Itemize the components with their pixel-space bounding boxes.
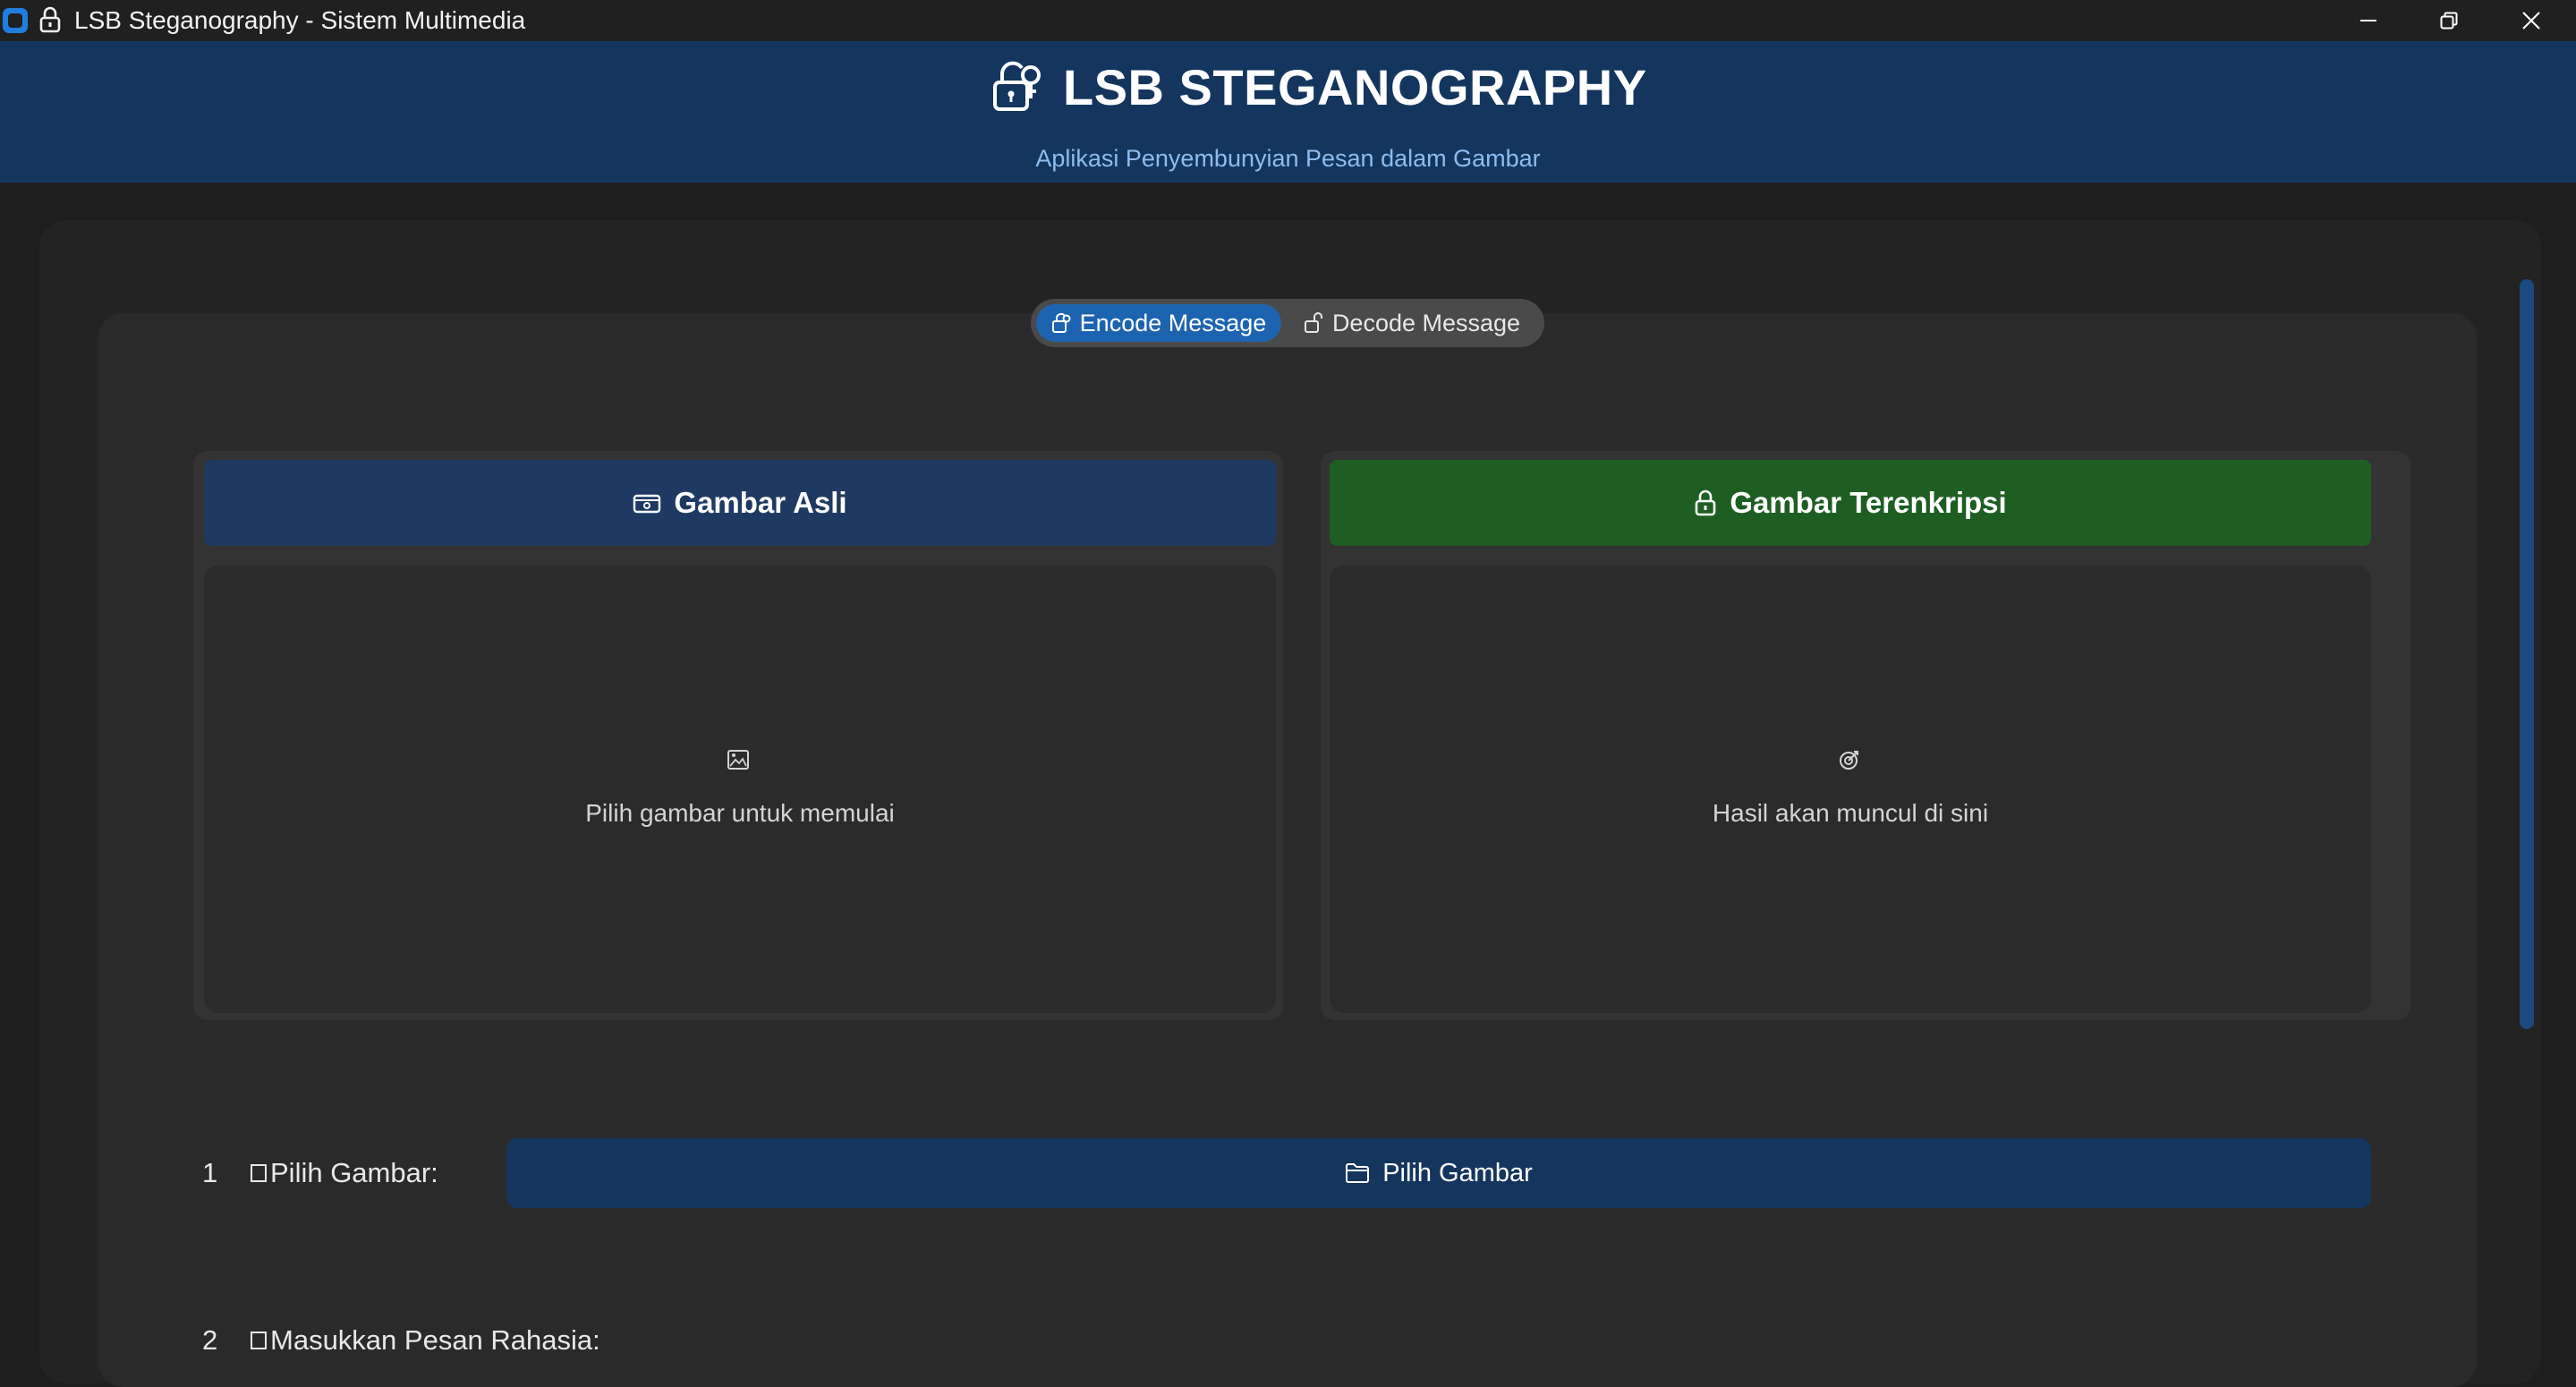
step-label-text: Pilih Gambar: (270, 1157, 438, 1188)
lock-icon (39, 6, 61, 33)
original-placeholder-text: Pilih gambar untuk memulai (585, 799, 895, 827)
close-icon (2522, 12, 2540, 30)
window-title: LSB Steganography - Sistem Multimedia (74, 6, 526, 34)
original-image-title: Gambar Asli (674, 486, 847, 519)
encrypted-placeholder-text: Hasil akan muncul di sini (1712, 799, 1989, 827)
folder-icon (1346, 1163, 1370, 1183)
minimize-icon (2360, 20, 2376, 21)
lock-key-icon (993, 61, 1041, 111)
missing-glyph-icon (251, 1332, 267, 1349)
lock-closed-icon (1051, 312, 1071, 333)
restore-icon (2440, 12, 2458, 30)
page-subtitle: Aplikasi Penyembunyian Pesan dalam Gamba… (1035, 145, 1541, 172)
step-number: 1 (202, 1157, 218, 1188)
choose-image-button[interactable]: Pilih Gambar (506, 1138, 2371, 1208)
card-icon (633, 494, 661, 514)
step-label-choose-image: Pilih Gambar: (251, 1155, 438, 1191)
tab-encode-label: Encode Message (1079, 309, 1267, 336)
close-button[interactable] (2491, 0, 2572, 41)
original-image-header: Gambar Asli (204, 460, 1276, 546)
minimize-button[interactable] (2328, 0, 2409, 41)
missing-glyph-icon (251, 1164, 267, 1182)
restore-button[interactable] (2409, 0, 2489, 41)
encrypted-image-preview: Hasil akan muncul di sini (1330, 566, 2371, 1013)
app-icon (3, 8, 28, 33)
scrollbar-thumb[interactable] (2520, 279, 2534, 1029)
step-label-text: Masukkan Pesan Rahasia: (270, 1324, 600, 1356)
encrypted-image-header: Gambar Terenkripsi (1330, 460, 2371, 546)
page-title: LSB STEGANOGRAPHY (1063, 59, 1647, 115)
lock-closed-icon (1696, 489, 1716, 516)
original-image-dropzone[interactable]: Pilih gambar untuk memulai (204, 566, 1276, 1013)
tab-decode-label: Decode Message (1331, 309, 1521, 336)
tab-encode[interactable]: Encode Message (1036, 304, 1281, 342)
tab-decode[interactable]: Decode Message (1285, 304, 1539, 342)
target-icon (1840, 751, 1858, 770)
encrypted-image-title: Gambar Terenkripsi (1730, 486, 2007, 519)
choose-image-button-label: Pilih Gambar (1382, 1158, 1533, 1187)
step-number: 2 (202, 1324, 218, 1356)
lock-open-icon (1304, 312, 1322, 333)
image-icon (727, 750, 749, 770)
step-label-secret-message: Masukkan Pesan Rahasia: (251, 1323, 600, 1358)
